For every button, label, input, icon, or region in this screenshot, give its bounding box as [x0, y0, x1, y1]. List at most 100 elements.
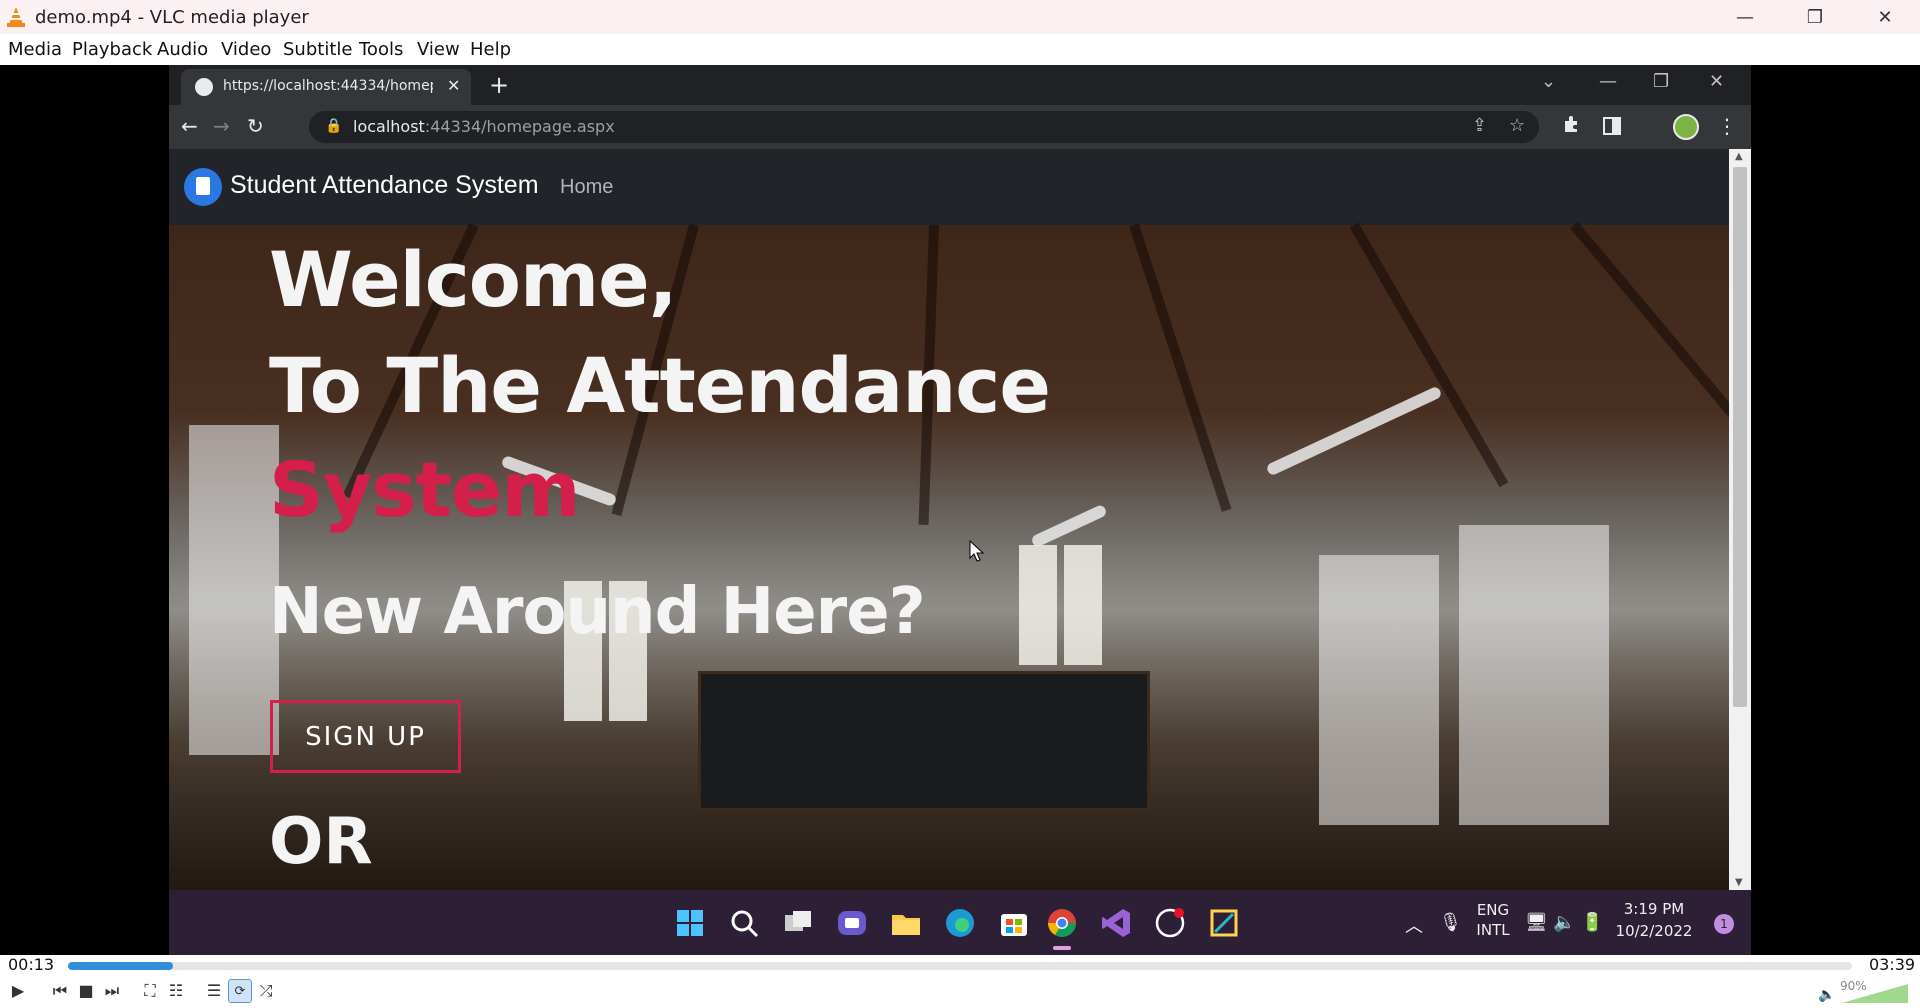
- extended-settings-icon[interactable]: ☷: [164, 979, 188, 1003]
- profile-avatar[interactable]: [1673, 114, 1699, 140]
- site-navbar: Student Attendance System Home: [169, 149, 1729, 225]
- window-title: demo.mp4 - VLC media player: [35, 7, 309, 28]
- globe-icon: [195, 78, 213, 96]
- or-divider-text: OR: [269, 805, 373, 879]
- scrollbar-thumb[interactable]: [1733, 167, 1747, 707]
- seek-bar[interactable]: [68, 962, 1852, 970]
- webpage: Student Attendance System Home Welcome, …: [169, 149, 1729, 890]
- browser-menu-icon[interactable]: ⋮: [1717, 114, 1737, 138]
- menu-tools[interactable]: Tools: [359, 39, 403, 60]
- windows-taskbar: ︿ 🎙 ENG INTL 🖥 🔈 🔋 3:19 PM 10/2/2022 1: [169, 890, 1751, 955]
- browser-restore-icon[interactable]: ❐: [1653, 71, 1669, 92]
- minimize-button[interactable]: —: [1710, 0, 1780, 34]
- tab-close-icon[interactable]: ✕: [447, 76, 460, 95]
- reload-icon[interactable]: ↻: [247, 114, 264, 138]
- windows-start-icon[interactable]: [673, 906, 707, 940]
- menu-view[interactable]: View: [417, 39, 460, 60]
- bookmark-star-icon[interactable]: ☆: [1509, 115, 1525, 136]
- ceiling-beam: [1349, 222, 1509, 488]
- clock-time[interactable]: 3:19 PM: [1609, 900, 1699, 918]
- scroll-down-icon[interactable]: ▼: [1735, 877, 1743, 888]
- clock-date[interactable]: 10/2/2022: [1609, 922, 1699, 940]
- browser-toolbar: ← → ↻ 🔒 localhost:44334/homepage.aspx ⇪ …: [169, 105, 1751, 149]
- browser-tabstrip: https://localhost:44334/homepage.aspx ✕ …: [169, 65, 1751, 105]
- hero-subheading: New Around Here?: [269, 575, 926, 649]
- menu-media[interactable]: Media: [8, 39, 62, 60]
- file-explorer-icon[interactable]: [889, 906, 923, 940]
- wall-scroll: [1064, 545, 1102, 665]
- menu-help[interactable]: Help: [470, 39, 511, 60]
- page-scrollbar[interactable]: ▲ ▼: [1729, 149, 1751, 890]
- lang-code[interactable]: ENG: [1471, 901, 1515, 919]
- teams-chat-icon[interactable]: [835, 906, 869, 940]
- hero-heading-system: System: [269, 445, 581, 534]
- vlc-cone-icon: [7, 7, 25, 27]
- new-tab-button[interactable]: +: [489, 71, 509, 99]
- close-button[interactable]: ✕: [1850, 0, 1920, 34]
- tab-search-icon[interactable]: ⌄: [1541, 71, 1556, 92]
- sidepanel-icon[interactable]: [1603, 117, 1621, 135]
- ceiling-beam: [1570, 221, 1729, 459]
- notification-badge[interactable]: 1: [1714, 914, 1734, 934]
- previous-icon[interactable]: ⏮: [48, 979, 72, 1003]
- puzzle-icon[interactable]: [1562, 114, 1582, 134]
- share-icon[interactable]: ⇪: [1472, 115, 1487, 136]
- stop-icon[interactable]: ■: [74, 979, 98, 1003]
- snipping-tool-icon[interactable]: [1207, 906, 1241, 940]
- speaker-icon[interactable]: 🔈: [1553, 912, 1575, 933]
- shuffle-icon[interactable]: ⤮: [254, 979, 278, 1003]
- vlc-menubar: Media Playback Audio Video Subtitle Tool…: [0, 34, 1920, 65]
- loop-icon[interactable]: ⟳: [228, 979, 252, 1003]
- obs-icon[interactable]: [1153, 906, 1187, 940]
- chrome-icon[interactable]: [1045, 906, 1079, 940]
- lang-layout[interactable]: INTL: [1471, 921, 1515, 939]
- url-path: :44334/homepage.aspx: [424, 117, 615, 136]
- play-icon[interactable]: ▶: [6, 979, 30, 1003]
- fullscreen-icon[interactable]: ⛶: [138, 979, 162, 1003]
- volume-icon[interactable]: 🔈: [1818, 987, 1835, 1003]
- ceiling-beam: [1129, 223, 1232, 512]
- menu-subtitle[interactable]: Subtitle: [283, 39, 352, 60]
- restore-button[interactable]: ❐: [1780, 0, 1850, 34]
- address-bar[interactable]: 🔒 localhost:44334/homepage.aspx ⇪ ☆: [309, 111, 1539, 143]
- close-icon: ✕: [1877, 6, 1893, 28]
- menu-playback[interactable]: Playback: [72, 39, 152, 60]
- playlist-icon[interactable]: ☰: [202, 979, 226, 1003]
- scroll-up-icon[interactable]: ▲: [1735, 151, 1743, 162]
- sign-up-button[interactable]: SIGN UP: [270, 700, 461, 773]
- menu-audio[interactable]: Audio: [157, 39, 208, 60]
- ceiling-lamp: [1265, 385, 1443, 477]
- hero-heading-welcome: Welcome,: [269, 235, 678, 324]
- edge-icon[interactable]: [943, 906, 977, 940]
- elapsed-time[interactable]: 00:13: [8, 955, 54, 974]
- task-view-icon[interactable]: [781, 906, 815, 940]
- hero-section: Welcome, To The Attendance System New Ar…: [169, 221, 1729, 890]
- browser-tab[interactable]: https://localhost:44334/homepage.aspx ✕: [181, 69, 471, 105]
- next-icon[interactable]: ⏭: [100, 979, 124, 1003]
- video-area[interactable]: https://localhost:44334/homepage.aspx ✕ …: [0, 65, 1920, 955]
- blackboard: [698, 671, 1150, 811]
- menu-video[interactable]: Video: [221, 39, 271, 60]
- nav-home-link[interactable]: Home: [560, 176, 613, 199]
- microphone-icon[interactable]: 🎙: [1439, 912, 1462, 933]
- back-icon[interactable]: ←: [181, 114, 198, 138]
- restore-icon: ❐: [1806, 6, 1824, 28]
- visual-studio-icon[interactable]: [1099, 906, 1133, 940]
- hero-heading-attendance: To The Attendance: [269, 341, 1051, 430]
- network-icon[interactable]: 🖥: [1525, 912, 1548, 933]
- microsoft-store-icon[interactable]: [997, 906, 1031, 940]
- site-brand[interactable]: Student Attendance System: [230, 171, 539, 200]
- active-app-indicator: [1053, 946, 1071, 950]
- browser-close-icon[interactable]: ✕: [1709, 71, 1724, 92]
- tray-overflow-icon[interactable]: ︿: [1405, 912, 1423, 938]
- browser-minimize-icon[interactable]: —: [1599, 71, 1617, 92]
- total-time[interactable]: 03:39: [1869, 955, 1915, 974]
- classroom-window: [1459, 525, 1609, 825]
- search-icon[interactable]: [727, 906, 761, 940]
- battery-icon[interactable]: 🔋: [1581, 912, 1603, 933]
- forward-icon[interactable]: →: [213, 114, 230, 138]
- wall-scroll: [1019, 545, 1057, 665]
- volume-slider[interactable]: [1842, 984, 1908, 1003]
- clipboard-logo-icon: [184, 168, 222, 206]
- url-text[interactable]: localhost:44334/homepage.aspx: [353, 117, 615, 136]
